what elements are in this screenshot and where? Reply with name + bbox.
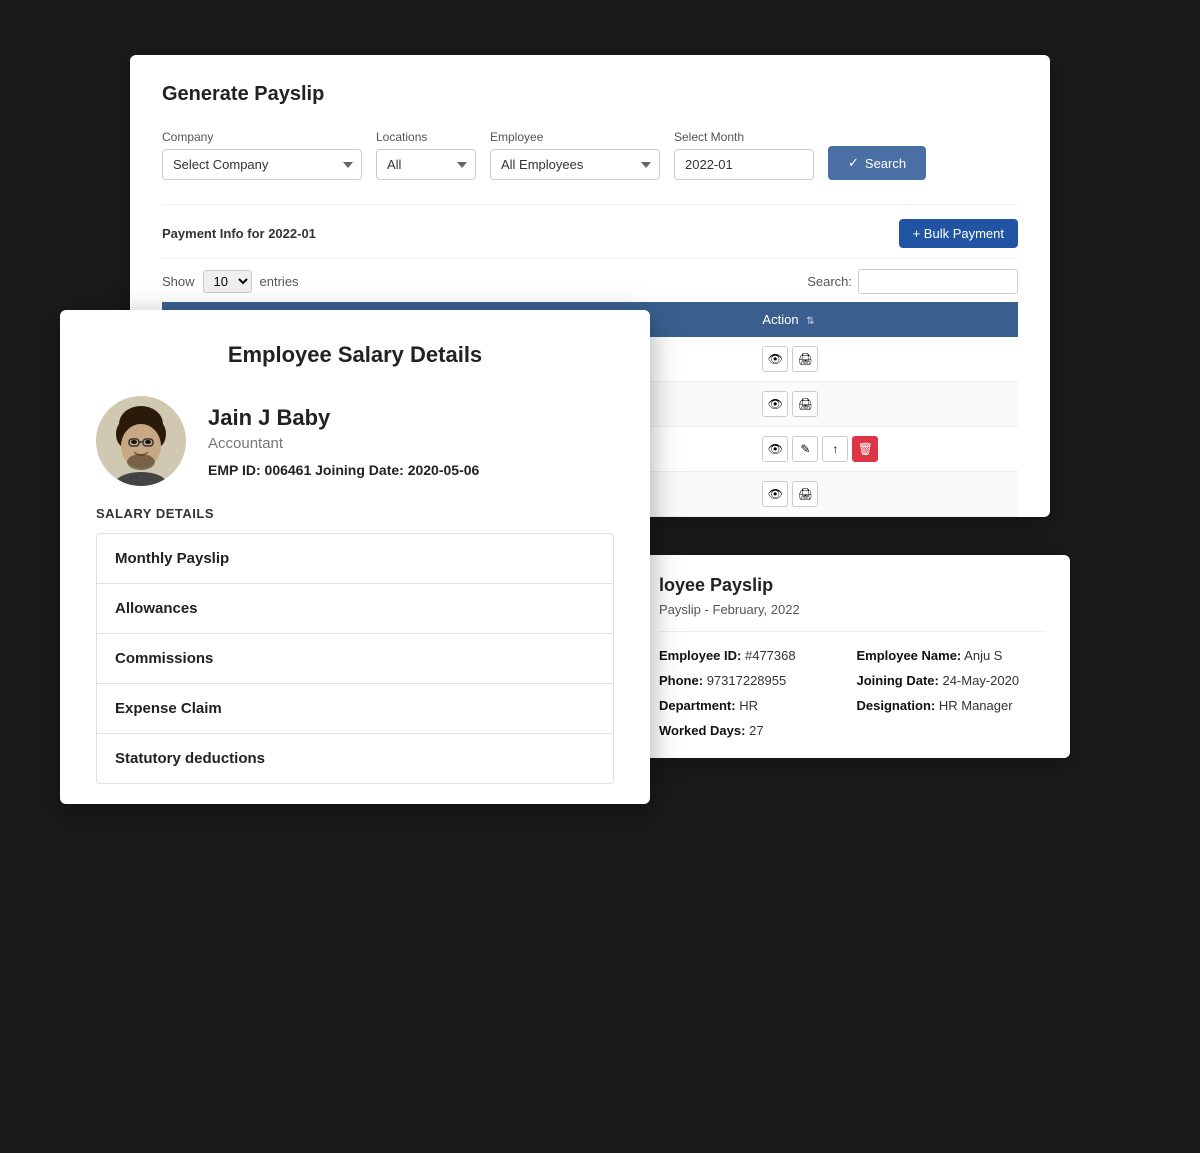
salary-details-card: Employee Salary Details <box>60 310 650 804</box>
salary-item[interactable]: Commissions <box>97 634 613 684</box>
avatar-svg <box>96 396 186 486</box>
action-icons-group: 👁🖨 <box>762 391 1006 417</box>
action-icons-group: 👁🖨 <box>762 481 1006 507</box>
company-filter-group: Company Select Company <box>162 130 362 180</box>
print-button[interactable]: 🖨 <box>792 481 818 507</box>
print-button[interactable]: 🖨 <box>792 346 818 372</box>
print-button[interactable]: 🖨 <box>792 391 818 417</box>
salary-item[interactable]: Allowances <box>97 584 613 634</box>
edit-button[interactable]: ✎ <box>792 436 818 462</box>
action-cell: 👁🖨 <box>750 472 1018 517</box>
action-cell: 👁✎↑🗑 <box>750 427 1018 472</box>
employee-name: Jain J Baby <box>208 405 479 431</box>
page-title: Generate Payslip <box>162 83 1018 106</box>
salary-section-title: SALARY DETAILS <box>96 506 614 521</box>
avatar <box>96 396 186 486</box>
employee-select[interactable]: All Employees <box>490 149 660 180</box>
worked-days-field: Worked Days: 27 <box>659 723 1046 738</box>
employee-label: Employee <box>490 130 660 144</box>
col-action: Action ⇅ <box>750 302 1018 337</box>
emp-name-field: Employee Name: Anju S <box>857 648 1047 663</box>
payslip-card-title: loyee Payslip <box>659 575 1046 596</box>
table-search-input[interactable] <box>858 269 1018 294</box>
department-field: Department: HR <box>659 698 849 713</box>
employee-role: Accountant <box>208 435 479 452</box>
month-label: Select Month <box>674 130 814 144</box>
emp-id-field: Employee ID: #477368 <box>659 648 849 663</box>
search-button[interactable]: ✓ Search <box>828 146 926 180</box>
payslip-subtitle: Payslip - February, 2022 <box>659 602 1046 632</box>
view-button[interactable]: 👁 <box>762 436 788 462</box>
locations-filter-group: Locations All <box>376 130 476 180</box>
entries-select[interactable]: 10 <box>203 270 252 293</box>
show-entries-control: Show 10 entries <box>162 270 299 293</box>
view-button[interactable]: 👁 <box>762 391 788 417</box>
table-search-box: Search: <box>807 269 1018 294</box>
bulk-payment-button[interactable]: + Bulk Payment <box>899 219 1018 248</box>
salary-item[interactable]: Monthly Payslip <box>97 534 613 584</box>
filter-row: Company Select Company Locations All Emp… <box>162 130 1018 180</box>
employee-meta: EMP ID: 006461 Joining Date: 2020-05-06 <box>208 462 479 478</box>
action-cell: 👁🖨 <box>750 337 1018 382</box>
action-icons-group: 👁✎↑🗑 <box>762 436 1006 462</box>
payment-info-text: Payment Info for 2022-01 <box>162 226 316 241</box>
employee-filter-group: Employee All Employees <box>490 130 660 180</box>
view-button[interactable]: 👁 <box>762 346 788 372</box>
month-filter-group: Select Month <box>674 130 814 180</box>
salary-item[interactable]: Statutory deductions <box>97 734 613 783</box>
upload-button[interactable]: ↑ <box>822 436 848 462</box>
payment-info-bar: Payment Info for 2022-01 + Bulk Payment <box>162 204 1018 258</box>
action-cell: 👁🖨 <box>750 382 1018 427</box>
employee-info: Jain J Baby Accountant EMP ID: 006461 Jo… <box>208 405 479 478</box>
employee-payslip-card: loyee Payslip Payslip - February, 2022 E… <box>635 555 1070 758</box>
company-select[interactable]: Select Company <box>162 149 362 180</box>
joining-date-field: Joining Date: 24-May-2020 <box>857 673 1047 688</box>
locations-label: Locations <box>376 130 476 144</box>
salary-item[interactable]: Expense Claim <box>97 684 613 734</box>
table-controls: Show 10 entries Search: <box>162 258 1018 302</box>
phone-field: Phone: 97317228955 <box>659 673 849 688</box>
view-button[interactable]: 👁 <box>762 481 788 507</box>
locations-select[interactable]: All <box>376 149 476 180</box>
salary-items-list: Monthly PayslipAllowancesCommissionsExpe… <box>96 533 614 784</box>
designation-field: Designation: HR Manager <box>857 698 1047 713</box>
delete-button[interactable]: 🗑 <box>852 436 878 462</box>
employee-header: Jain J Baby Accountant EMP ID: 006461 Jo… <box>96 396 614 486</box>
checkmark-icon: ✓ <box>848 155 859 171</box>
company-label: Company <box>162 130 362 144</box>
salary-card-title: Employee Salary Details <box>96 342 614 368</box>
payslip-details-grid: Employee ID: #477368 Employee Name: Anju… <box>659 648 1046 713</box>
action-icons-group: 👁🖨 <box>762 346 1006 372</box>
month-input[interactable] <box>674 149 814 180</box>
